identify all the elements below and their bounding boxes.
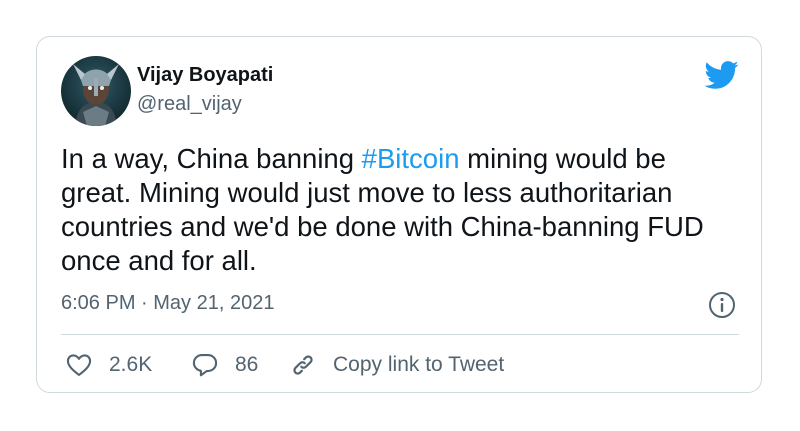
copy-link-button[interactable]: Copy link to Tweet	[289, 347, 504, 383]
avatar-image	[61, 56, 131, 126]
divider	[61, 334, 739, 335]
twitter-bird-icon[interactable]	[703, 57, 739, 93]
tweet-text: In a way, China banning #Bitcoin mining …	[61, 142, 731, 278]
heart-icon	[65, 351, 93, 379]
info-icon[interactable]	[707, 290, 737, 320]
link-icon	[289, 351, 317, 379]
author-handle[interactable]: @real_vijay	[137, 93, 242, 116]
speech-bubble-icon	[191, 351, 219, 379]
tweet-timestamp[interactable]: 6:06 PM · May 21, 2021	[61, 292, 274, 315]
avatar[interactable]	[61, 56, 131, 126]
hashtag-link[interactable]: #Bitcoin	[362, 143, 460, 174]
author-name[interactable]: Vijay Boyapati	[137, 64, 273, 87]
reply-count: 86	[235, 353, 259, 376]
like-count: 2.6K	[109, 353, 153, 376]
copy-link-label: Copy link to Tweet	[333, 353, 505, 376]
tweet-card[interactable]: Vijay Boyapati @real_vijay In a way, Chi…	[36, 36, 762, 393]
reply-button[interactable]: 86	[191, 347, 258, 383]
tweet-text-part: In a way, China banning	[61, 143, 362, 174]
like-button[interactable]: 2.6K	[65, 347, 152, 383]
